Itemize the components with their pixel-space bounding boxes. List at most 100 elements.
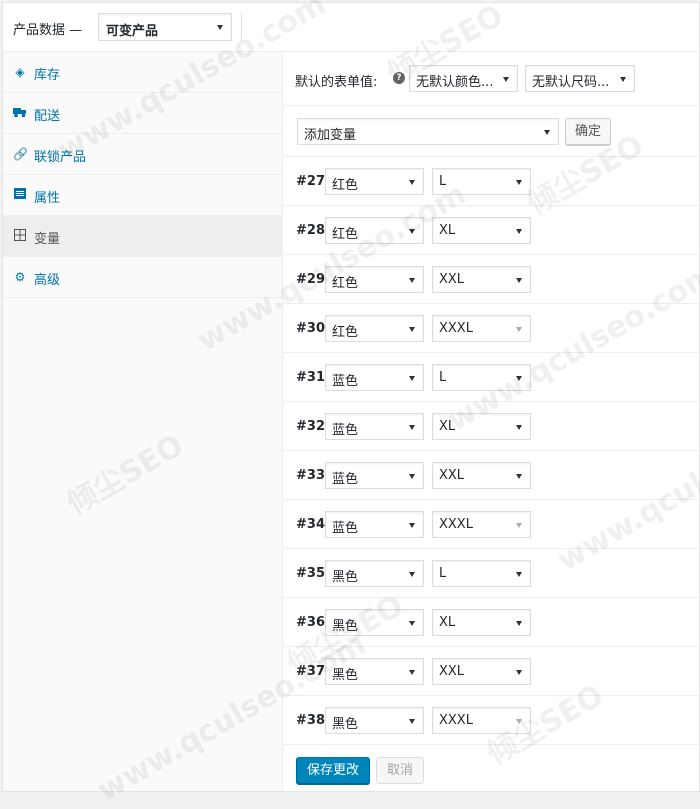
variation-id: #28 [296, 223, 325, 238]
variation-color-select[interactable]: 红色 [325, 168, 424, 195]
tab-attributes[interactable]: 属性 [3, 175, 282, 216]
chevron-down-icon [620, 76, 626, 82]
variation-size-select[interactable]: L [432, 364, 531, 391]
variation-size-value: XXXL [439, 517, 473, 532]
variation-color-select[interactable]: 蓝色 [325, 462, 424, 489]
variation-size-value: XL [439, 419, 456, 434]
variation-id: #31 [296, 370, 325, 385]
variation-size-select[interactable]: L [432, 168, 531, 195]
variation-size-value: XL [439, 223, 456, 238]
product-type-value: 可变产品 [106, 24, 159, 39]
variation-size-select[interactable]: XL [432, 217, 531, 244]
grid-icon [13, 229, 27, 243]
confirm-button[interactable]: 确定 [565, 118, 611, 145]
tab-advanced[interactable]: ⚙ 高级 [3, 257, 282, 298]
variation-color-value: 黑色 [332, 668, 359, 683]
variation-size-select[interactable]: XXXL [432, 511, 531, 538]
chevron-down-icon [409, 473, 415, 479]
variation-color-select[interactable]: 蓝色 [325, 511, 424, 538]
variation-id: #35 [296, 566, 325, 581]
variation-size-value: XXL [439, 468, 465, 483]
variation-color-select[interactable]: 蓝色 [325, 364, 424, 391]
variation-size-select[interactable]: XXL [432, 266, 531, 293]
chevron-down-icon [409, 228, 415, 234]
variation-size-select[interactable]: L [432, 560, 531, 587]
variation-size-value: XXXL [439, 713, 473, 728]
chevron-down-icon [409, 375, 415, 381]
tab-label: 配送 [34, 109, 61, 124]
variation-size-select[interactable]: XXL [432, 658, 531, 685]
add-variation-select[interactable]: 添加变量 [297, 118, 559, 145]
variation-color-value: 蓝色 [332, 374, 359, 389]
variation-row: #34 蓝色 XXXL [283, 500, 700, 549]
variation-id: #30 [296, 321, 325, 336]
chevron-down-icon [409, 571, 415, 577]
default-color-select[interactable]: 无默认颜色... [409, 65, 518, 92]
product-data-tabs: ◈ 库存 配送 🔗 联锁产品 属性 变量 ⚙ 高级 [3, 52, 283, 791]
chevron-down-icon [516, 718, 522, 724]
tab-label: 变量 [34, 232, 61, 247]
variation-color-select[interactable]: 蓝色 [325, 413, 424, 440]
chevron-down-icon [217, 25, 223, 30]
tab-variations[interactable]: 变量 [3, 216, 282, 257]
variation-color-select[interactable]: 黑色 [325, 658, 424, 685]
variation-size-select[interactable]: XXXL [432, 707, 531, 734]
chevron-down-icon [516, 277, 522, 283]
variation-color-select[interactable]: 黑色 [325, 707, 424, 734]
variation-size-select[interactable]: XL [432, 413, 531, 440]
product-type-select[interactable]: 可变产品 [98, 13, 232, 41]
variation-color-select[interactable]: 黑色 [325, 609, 424, 636]
variation-color-select[interactable]: 红色 [325, 315, 424, 342]
variation-size-value: XXL [439, 664, 465, 679]
list-icon [13, 188, 27, 202]
tab-linked-products[interactable]: 🔗 联锁产品 [3, 134, 282, 175]
product-data-panel: 产品数据 — 可变产品 ◈ 库存 配送 🔗 联锁产品 属性 变量 ⚙ 高级 默认… [2, 2, 700, 792]
chevron-down-icon [409, 669, 415, 675]
panel-title: 产品数据 — [13, 23, 83, 38]
variation-color-value: 黑色 [332, 717, 359, 732]
gear-icon: ⚙ [14, 270, 26, 284]
tab-shipping[interactable]: 配送 [3, 93, 282, 134]
variation-row: #28 红色 XL [283, 206, 700, 255]
variation-color-select[interactable]: 红色 [325, 217, 424, 244]
variation-size-value: XL [439, 615, 456, 630]
variation-size-value: L [439, 566, 447, 581]
save-changes-button[interactable]: 保存更改 [296, 757, 370, 784]
variation-color-value: 蓝色 [332, 423, 359, 438]
chevron-down-icon [516, 228, 522, 234]
variation-row: #38 黑色 XXXL [283, 696, 700, 745]
variation-size-value: XXL [439, 272, 465, 287]
inventory-icon: ◈ [15, 65, 25, 79]
variations-panel: 默认的表单值: ? 无默认颜色... 无默认尺码... 添加变量 确定 #27 红… [283, 52, 700, 791]
chevron-down-icon [409, 179, 415, 185]
variation-id: #27 [296, 174, 325, 189]
tab-label: 高级 [34, 273, 61, 288]
variation-color-value: 黑色 [332, 619, 359, 634]
variation-row: #36 黑色 XL [283, 598, 700, 647]
default-form-values-row: 默认的表单值: ? 无默认颜色... 无默认尺码... [283, 52, 700, 106]
default-size-select[interactable]: 无默认尺码... [525, 65, 635, 92]
tab-label: 库存 [34, 68, 61, 83]
variation-id: #29 [296, 272, 325, 287]
variation-size-select[interactable]: XL [432, 609, 531, 636]
chevron-down-icon [409, 277, 415, 283]
variation-size-select[interactable]: XXXL [432, 315, 531, 342]
help-icon[interactable]: ? [393, 72, 405, 84]
chevron-down-icon [503, 76, 509, 82]
cancel-button[interactable]: 取消 [376, 757, 424, 784]
tab-inventory[interactable]: ◈ 库存 [3, 52, 282, 93]
variation-color-value: 红色 [332, 325, 359, 340]
variation-color-value: 红色 [332, 276, 359, 291]
chevron-down-icon [516, 326, 522, 332]
default-color-value: 无默认颜色... [416, 75, 494, 90]
chevron-down-icon [516, 424, 522, 430]
truck-icon [13, 106, 27, 120]
variation-row: #31 蓝色 L [283, 353, 700, 402]
variation-row: #27 红色 L [283, 157, 700, 206]
variation-size-select[interactable]: XXL [432, 462, 531, 489]
variation-color-select[interactable]: 红色 [325, 266, 424, 293]
variation-color-value: 红色 [332, 227, 359, 242]
chevron-down-icon [409, 326, 415, 332]
variation-color-select[interactable]: 黑色 [325, 560, 424, 587]
variation-row: #33 蓝色 XXL [283, 451, 700, 500]
